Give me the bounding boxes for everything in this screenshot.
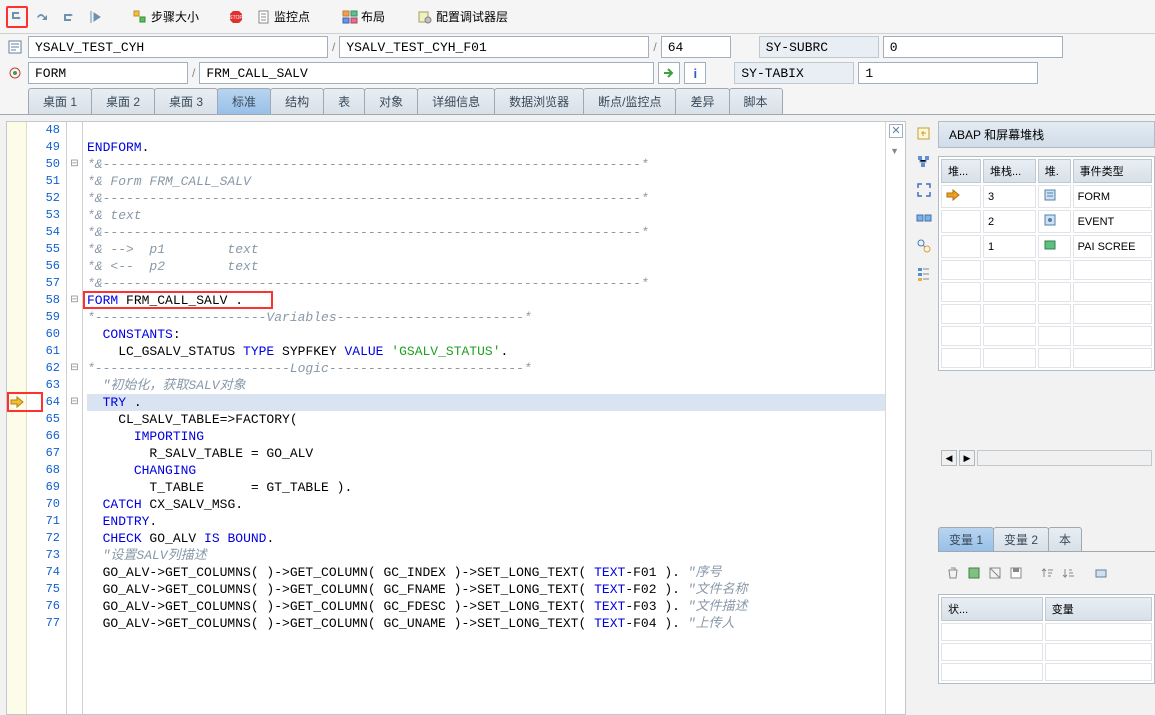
event-type-field[interactable]	[28, 62, 188, 84]
vars-toolbar	[938, 560, 1155, 586]
sy-subrc-value[interactable]	[883, 36, 1063, 58]
event-name-field[interactable]	[199, 62, 654, 84]
step-out-icon[interactable]	[58, 6, 80, 28]
sort-asc-icon[interactable]	[1039, 564, 1057, 582]
stack-title: ABAP 和屏幕堆栈	[938, 121, 1155, 148]
scroll-right-icon[interactable]: ▶	[959, 450, 975, 466]
tab-对象[interactable]: 对象	[364, 88, 418, 114]
watchpoint-button[interactable]: 监控点	[251, 5, 316, 29]
change-icon[interactable]	[986, 564, 1004, 582]
program-include-field[interactable]	[339, 36, 649, 58]
step-continue-icon[interactable]	[84, 6, 106, 28]
code-editor: 4849505152535455565758596061626364656667…	[6, 121, 906, 715]
tab-断点/监控点[interactable]: 断点/监控点	[583, 88, 676, 114]
step-size-button[interactable]: 步骤大小	[126, 5, 205, 29]
step-size-label: 步骤大小	[151, 8, 199, 25]
layout-button[interactable]: 布局	[336, 5, 391, 29]
new-session-icon[interactable]	[915, 125, 933, 143]
tab-表[interactable]: 表	[323, 88, 365, 114]
close-editor-icon[interactable]: ✕	[889, 124, 903, 138]
scroll-left-icon[interactable]: ◀	[941, 450, 957, 466]
tab-桌面 3[interactable]: 桌面 3	[154, 88, 218, 114]
right-pane: ABAP 和屏幕堆栈 堆...堆栈...堆.事件类型 3FORM2EVENT1P…	[938, 121, 1155, 715]
vars-tabs: 变量 1变量 2本	[938, 527, 1155, 552]
code-area[interactable]: ENDFORM.*&------------------------------…	[83, 122, 885, 714]
tab-脚本[interactable]: 脚本	[729, 88, 783, 114]
config-debug-layer-button[interactable]: 配置调试器层	[411, 5, 514, 29]
sy-tabix-label: SY-TABIX	[734, 62, 854, 84]
stack-table[interactable]: 堆...堆栈...堆.事件类型 3FORM2EVENT1PAI SCREE	[938, 156, 1155, 371]
compare-icon[interactable]	[915, 209, 933, 227]
vars-tool-icon[interactable]	[1092, 564, 1110, 582]
info-icon[interactable]: i	[684, 62, 706, 84]
line-field[interactable]	[661, 36, 731, 58]
step-into-icon[interactable]	[6, 6, 28, 28]
tab-结构[interactable]: 结构	[270, 88, 324, 114]
layout-label: 布局	[361, 8, 385, 25]
vars-tab[interactable]: 变量 1	[938, 527, 994, 551]
nav-row-1: / / SY-SUBRC	[0, 34, 1155, 60]
tab-标准[interactable]: 标准	[217, 88, 271, 114]
tab-桌面 2[interactable]: 桌面 2	[91, 88, 155, 114]
stack-row[interactable]: 1PAI SCREE	[941, 235, 1152, 258]
sy-subrc-label: SY-SUBRC	[759, 36, 879, 58]
svg-text:STOP: STOP	[229, 15, 243, 21]
program-icon	[6, 38, 24, 56]
services-icon[interactable]	[915, 265, 933, 283]
tab-桌面 1[interactable]: 桌面 1	[28, 88, 92, 114]
desktop-tabs: 桌面 1桌面 2桌面 3标准结构表对象详细信息数据浏览器断点/监控点差异脚本	[0, 86, 1155, 115]
line-numbers: 4849505152535455565758596061626364656667…	[27, 122, 67, 714]
tree-icon[interactable]	[915, 153, 933, 171]
fold-gutter[interactable]: ⊟⊟⊟⊟	[67, 122, 83, 714]
tab-数据浏览器[interactable]: 数据浏览器	[494, 88, 584, 114]
editor-right-gutter: ✕ ▼	[885, 122, 905, 714]
vars-tab[interactable]: 本	[1048, 527, 1082, 551]
delete-icon[interactable]	[944, 564, 962, 582]
vars-table[interactable]: 状...变量	[938, 594, 1155, 684]
tab-差异[interactable]: 差异	[675, 88, 729, 114]
main-toolbar: 步骤大小 STOP 监控点 布局 配置调试器层	[0, 0, 1155, 34]
stack-header[interactable]: 事件类型	[1073, 159, 1152, 183]
save-var-icon[interactable]	[1007, 564, 1025, 582]
event-icon	[6, 64, 24, 82]
vars-header[interactable]: 状...	[941, 597, 1043, 621]
nav-row-2: / i SY-TABIX	[0, 60, 1155, 86]
stack-header[interactable]: 堆...	[941, 159, 981, 183]
watchpoint-label: 监控点	[274, 8, 310, 25]
link-icon[interactable]	[915, 237, 933, 255]
stack-header[interactable]: 堆.	[1038, 159, 1071, 183]
stop-icon[interactable]: STOP	[225, 6, 247, 28]
detail-icon[interactable]	[965, 564, 983, 582]
vars-tab[interactable]: 变量 2	[993, 527, 1049, 551]
sy-tabix-value[interactable]	[858, 62, 1038, 84]
sort-desc-icon[interactable]	[1060, 564, 1078, 582]
vars-header[interactable]: 变量	[1045, 597, 1152, 621]
breakpoint-gutter[interactable]	[7, 122, 27, 714]
step-over-icon[interactable]	[32, 6, 54, 28]
stack-row[interactable]: 2EVENT	[941, 210, 1152, 233]
tab-详细信息[interactable]: 详细信息	[417, 88, 495, 114]
program-main-field[interactable]	[28, 36, 328, 58]
goto-icon[interactable]	[658, 62, 680, 84]
editor-side-toolbar	[910, 115, 938, 715]
config-label: 配置调试器层	[436, 8, 508, 25]
stack-row[interactable]: 3FORM	[941, 185, 1152, 208]
stack-header[interactable]: 堆栈...	[983, 159, 1036, 183]
fullscreen-icon[interactable]	[915, 181, 933, 199]
